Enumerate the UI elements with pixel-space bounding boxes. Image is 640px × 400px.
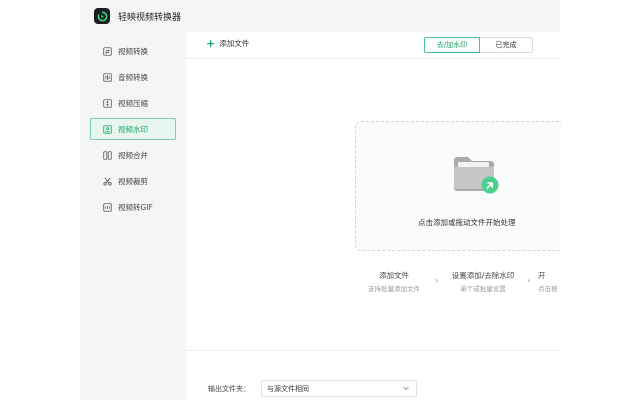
title-bar: 轻映视频转换器 bbox=[80, 0, 560, 32]
file-dropzone[interactable]: 点击添加或拖动文件开始处理 bbox=[355, 121, 561, 251]
output-folder-label: 输出文件夹： bbox=[208, 385, 250, 393]
sidebar-item-video-to-gif[interactable]: 视频转GIF bbox=[90, 196, 176, 218]
sidebar-item-audio-convert[interactable]: 音频转换 bbox=[90, 66, 176, 88]
step-subtitle: 单个或批量设置 bbox=[460, 285, 506, 293]
compress-icon bbox=[103, 98, 112, 108]
tab-remove-add-watermark[interactable]: 去/加水印 bbox=[424, 37, 480, 53]
sidebar-item-label: 视频水印 bbox=[118, 124, 148, 134]
convert-icon bbox=[103, 46, 112, 56]
sidebar-item-label: 视频裁剪 bbox=[118, 176, 148, 186]
sidebar-item-label: 视频合并 bbox=[118, 150, 148, 160]
sidebar-item-label: 音频转换 bbox=[118, 72, 148, 82]
app-title: 轻映视频转换器 bbox=[118, 12, 182, 23]
audio-icon bbox=[103, 72, 112, 82]
merge-icon bbox=[103, 150, 112, 160]
tab-group: 去/加水印 已完成 bbox=[424, 37, 533, 53]
sidebar-item-label: 视频压缩 bbox=[118, 98, 148, 108]
add-file-label: 添加文件 bbox=[219, 39, 250, 48]
watermark-icon bbox=[103, 124, 112, 134]
output-folder-value: 与源文件相同 bbox=[267, 384, 309, 393]
gif-icon bbox=[103, 202, 112, 212]
step-title: 开 bbox=[538, 271, 546, 280]
scissors-icon bbox=[103, 177, 112, 186]
chevron-down-icon bbox=[403, 386, 409, 391]
step-set-watermark: 设置添加/去除水印 单个或批量设置 bbox=[442, 270, 524, 293]
sidebar-item-video-watermark[interactable]: 视频水印 bbox=[90, 118, 176, 140]
tab-completed[interactable]: 已完成 bbox=[480, 37, 533, 53]
step-title: 添加文件 bbox=[379, 271, 409, 280]
app-logo-icon bbox=[94, 8, 110, 24]
step-start: 开 点击按 bbox=[534, 270, 560, 293]
step-title: 设置添加/去除水印 bbox=[451, 271, 515, 280]
sidebar-item-label: 视频转换 bbox=[118, 46, 148, 56]
dropzone-hint: 点击添加或拖动文件开始处理 bbox=[418, 218, 516, 227]
toolbar: + 添加文件 去/加水印 已完成 bbox=[186, 32, 560, 59]
app-window: 轻映视频转换器 视频转换 音频转换 视频压缩 视频水印 视频合并 视频裁剪 视频… bbox=[80, 0, 561, 400]
output-folder-select[interactable]: 与源文件相同 bbox=[261, 380, 417, 397]
chevron-right-icon: › bbox=[527, 276, 531, 285]
sidebar-item-video-merge[interactable]: 视频合并 bbox=[90, 144, 176, 166]
sidebar-item-label: 视频转GIF bbox=[118, 202, 153, 212]
add-file-button[interactable]: + 添加文件 bbox=[206, 38, 249, 49]
steps-guide: 添加文件 支持批量添加文件 › 设置添加/去除水印 单个或批量设置 › 开 点击… bbox=[356, 270, 560, 300]
sidebar: 视频转换 音频转换 视频压缩 视频水印 视频合并 视频裁剪 视频转GIF bbox=[80, 32, 186, 400]
step-add-file: 添加文件 支持批量添加文件 bbox=[356, 270, 432, 293]
step-subtitle: 点击按 bbox=[538, 285, 558, 293]
main-panel: + 添加文件 去/加水印 已完成 点击添加或拖动文件开始处理 添加文件 支持批量… bbox=[186, 32, 561, 400]
sidebar-item-video-crop[interactable]: 视频裁剪 bbox=[90, 170, 176, 192]
sidebar-item-video-compress[interactable]: 视频压缩 bbox=[90, 92, 176, 114]
divider bbox=[186, 350, 560, 351]
folder-icon bbox=[453, 152, 499, 196]
sidebar-item-video-convert[interactable]: 视频转换 bbox=[90, 40, 176, 62]
sidebar-nav: 视频转换 音频转换 视频压缩 视频水印 视频合并 视频裁剪 视频转GIF bbox=[80, 32, 186, 218]
chevron-right-icon: › bbox=[435, 276, 439, 285]
step-subtitle: 支持批量添加文件 bbox=[368, 285, 420, 293]
plus-icon: + bbox=[206, 37, 216, 50]
